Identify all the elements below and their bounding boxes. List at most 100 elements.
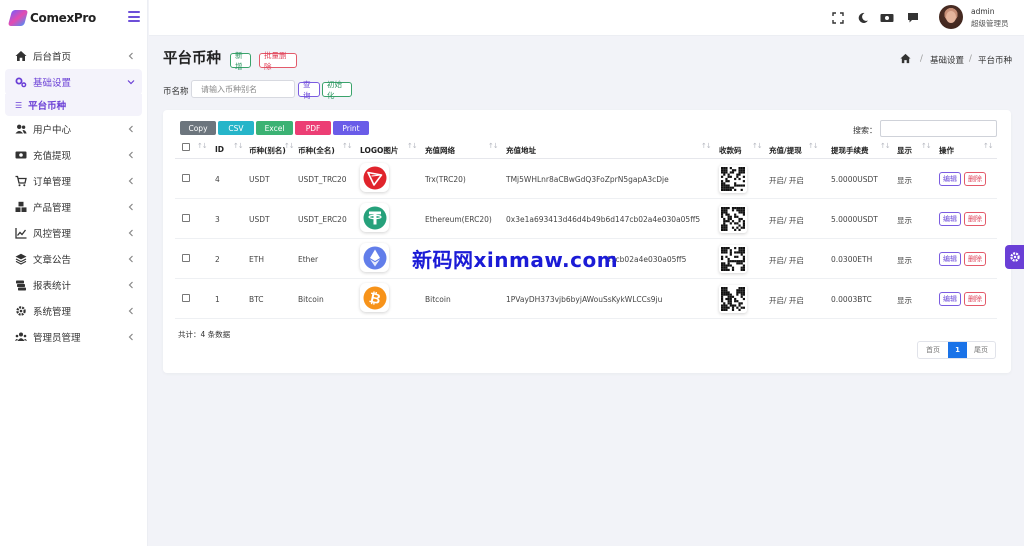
column-header[interactable]: 充值/提现 bbox=[769, 145, 802, 156]
home-icon[interactable] bbox=[900, 53, 911, 64]
coin-logo bbox=[360, 203, 389, 232]
copy-button[interactable]: Copy bbox=[180, 121, 216, 135]
delete-button[interactable]: 删除 bbox=[964, 292, 986, 306]
row-checkbox[interactable] bbox=[182, 214, 190, 222]
row-checkbox[interactable] bbox=[182, 294, 190, 302]
filter-label: 币名称 bbox=[163, 87, 189, 97]
column-header[interactable]: 显示 bbox=[897, 145, 912, 156]
sort-icon[interactable]: ↑↓ bbox=[983, 142, 994, 150]
row-checkbox[interactable] bbox=[182, 254, 190, 262]
cell-display: 显示 bbox=[897, 296, 912, 305]
query-button[interactable]: 查询 bbox=[298, 80, 320, 100]
edit-button[interactable]: 编辑 bbox=[939, 172, 961, 186]
column-header[interactable]: 充值网络 bbox=[425, 145, 455, 156]
coin-logo bbox=[360, 163, 389, 192]
sort-icon[interactable]: ↑↓ bbox=[752, 142, 763, 150]
column-header[interactable]: LOGO图片 bbox=[360, 145, 398, 156]
csv-button[interactable]: CSV bbox=[218, 121, 254, 135]
sort-icon[interactable]: ↑↓ bbox=[342, 142, 353, 150]
table-row: 1 BTC Bitcoin ₿ Bitcoin 1PVayDH373vjb6by… bbox=[175, 279, 997, 319]
user-group-icon bbox=[15, 331, 27, 343]
sidebar: ComexPro 后台首页 基础设置 ☰ 平台币种 用户中心 充值提现 订单管理… bbox=[0, 0, 148, 546]
sidebar-item-reports[interactable]: 报表统计 bbox=[0, 272, 147, 298]
batch-delete-button[interactable]: 批量删除 bbox=[259, 51, 297, 71]
edit-button[interactable]: 编辑 bbox=[939, 252, 961, 266]
sort-icon[interactable]: ↑↓ bbox=[701, 142, 712, 150]
qr-code-image[interactable] bbox=[719, 165, 747, 193]
cell-address: 1PVayDH373vjb6byjAWouSsKykWLCCs9ju bbox=[506, 295, 663, 304]
first-page-button[interactable]: 首页 bbox=[918, 342, 948, 358]
breadcrumb-current: 平台币种 bbox=[978, 56, 1013, 66]
column-header[interactable]: 收款码 bbox=[719, 145, 742, 156]
comment-icon[interactable] bbox=[907, 12, 919, 24]
delete-button[interactable]: 删除 bbox=[964, 252, 986, 266]
currency-name-input[interactable] bbox=[191, 80, 295, 98]
sidebar-item-orders[interactable]: 订单管理 bbox=[0, 168, 147, 194]
add-button[interactable]: 新增 bbox=[230, 51, 251, 71]
cell-id: 3 bbox=[215, 215, 220, 224]
sidebar-item-products[interactable]: 产品管理 bbox=[0, 194, 147, 220]
sort-icon[interactable]: ↑↓ bbox=[284, 142, 295, 150]
column-header[interactable]: 币种(全名) bbox=[298, 145, 335, 156]
column-header[interactable]: 操作 bbox=[939, 145, 954, 156]
print-button[interactable]: Print bbox=[333, 121, 369, 135]
cash-icon[interactable] bbox=[880, 12, 894, 24]
edit-button[interactable]: 编辑 bbox=[939, 212, 961, 226]
column-header[interactable]: 提现手续费 bbox=[831, 145, 869, 156]
qr-code-image[interactable] bbox=[719, 205, 747, 233]
sort-icon[interactable]: ↑↓ bbox=[407, 142, 418, 150]
cell-network: Trx(TRC20) bbox=[425, 175, 466, 184]
sidebar-item-risk-control[interactable]: 风控管理 bbox=[0, 220, 147, 246]
cell-alias: BTC bbox=[249, 295, 264, 304]
sort-icon[interactable]: ↑↓ bbox=[233, 142, 244, 150]
cell-fee: 5.0000USDT bbox=[831, 175, 878, 184]
cell-display: 显示 bbox=[897, 176, 912, 185]
sidebar-item-admins[interactable]: 管理员管理 bbox=[0, 324, 147, 350]
column-header[interactable]: 币种(别名) bbox=[249, 145, 286, 156]
cell-address: 0x3e1a693413d46d4b49b6d147cb02a4e030a05f… bbox=[506, 215, 701, 224]
excel-button[interactable]: Excel bbox=[256, 121, 293, 135]
sort-icon[interactable]: ↑↓ bbox=[921, 142, 932, 150]
delete-button[interactable]: 删除 bbox=[964, 172, 986, 186]
delete-button[interactable]: 删除 bbox=[964, 212, 986, 226]
chevron-left-icon bbox=[128, 281, 133, 289]
sort-icon[interactable]: ↑↓ bbox=[880, 142, 891, 150]
settings-gear-icon[interactable] bbox=[1005, 245, 1024, 269]
last-page-button[interactable]: 尾页 bbox=[967, 342, 995, 358]
table-search-input[interactable] bbox=[880, 120, 997, 137]
column-header[interactable]: ID bbox=[215, 145, 224, 154]
sidebar-item-home[interactable]: 后台首页 bbox=[0, 43, 147, 69]
sidebar-subitem-platform-currency[interactable]: ☰ 平台币种 bbox=[5, 94, 142, 116]
breadcrumb-item[interactable]: 基础设置 bbox=[930, 54, 964, 66]
pdf-button[interactable]: PDF bbox=[295, 121, 331, 135]
total-count: 共计：4 条数据 bbox=[178, 330, 231, 339]
sidebar-item-system[interactable]: 系统管理 bbox=[0, 298, 147, 324]
edit-button[interactable]: 编辑 bbox=[939, 292, 961, 306]
cell-full-name: Ether bbox=[298, 255, 319, 264]
sidebar-item-user-center[interactable]: 用户中心 bbox=[0, 116, 147, 142]
sort-icon[interactable]: ↑↓ bbox=[488, 142, 499, 150]
fullscreen-icon[interactable] bbox=[832, 12, 844, 24]
brand[interactable]: ComexPro bbox=[0, 0, 147, 36]
page-1-button[interactable]: 1 bbox=[948, 342, 967, 358]
sidebar-item-articles[interactable]: 文章公告 bbox=[0, 246, 147, 272]
column-header[interactable]: 充值地址 bbox=[506, 145, 536, 156]
menu-toggle-icon[interactable] bbox=[128, 11, 140, 22]
qr-code-image[interactable] bbox=[719, 245, 747, 273]
cell-full-name: USDT_TRC20 bbox=[298, 175, 347, 184]
cell-fee: 0.0003BTC bbox=[831, 295, 872, 304]
cart-icon bbox=[15, 175, 27, 187]
layers-icon bbox=[15, 253, 27, 265]
row-checkbox[interactable] bbox=[182, 174, 190, 182]
breadcrumb-separator: / bbox=[969, 54, 972, 64]
sort-icon[interactable]: ↑↓ bbox=[197, 142, 208, 150]
avatar[interactable] bbox=[939, 5, 963, 29]
sidebar-item-basic-settings[interactable]: 基础设置 bbox=[5, 69, 142, 95]
qr-code-image[interactable] bbox=[719, 285, 747, 313]
reset-button[interactable]: 初始化 bbox=[322, 80, 352, 100]
cell-address: TMj5WHLnr8aCBwGdQ3FoZprN5gapA3cDje bbox=[506, 175, 669, 184]
sort-icon[interactable]: ↑↓ bbox=[808, 142, 819, 150]
select-all-checkbox[interactable] bbox=[182, 143, 190, 151]
moon-icon[interactable] bbox=[857, 12, 869, 24]
sidebar-item-deposit-withdraw[interactable]: 充值提现 bbox=[0, 142, 147, 168]
